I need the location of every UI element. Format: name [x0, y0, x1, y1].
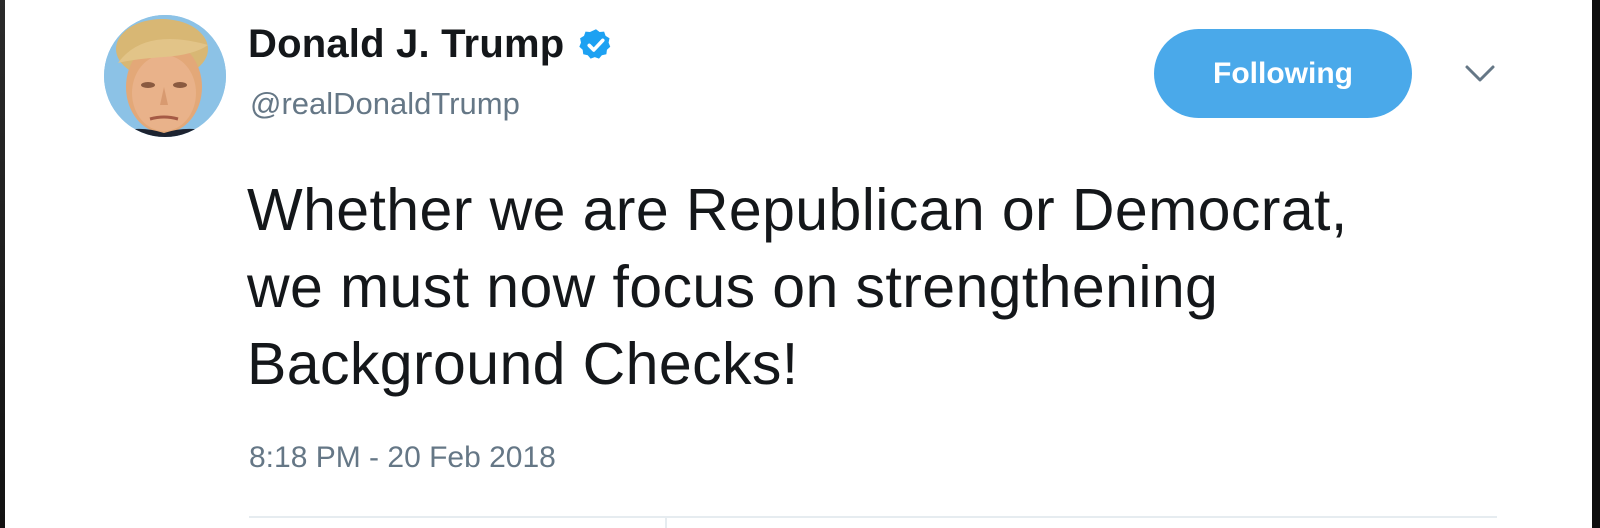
right-edge-border [1592, 0, 1600, 528]
tweet-card: Donald J. Trump @realDonaldTrump Followi… [5, 0, 1592, 528]
tweet-text: Whether we are Republican or Democrat, w… [247, 177, 1348, 397]
avatar[interactable] [104, 15, 226, 137]
author-display-name-row[interactable]: Donald J. Trump [248, 22, 614, 67]
tweet-timestamp[interactable]: 8:18 PM - 20 Feb 2018 [249, 441, 556, 475]
screenshot-frame: Donald J. Trump @realDonaldTrump Followi… [0, 0, 1600, 528]
author-handle[interactable]: @realDonaldTrump [250, 86, 520, 122]
author-display-name[interactable]: Donald J. Trump [248, 22, 564, 67]
following-button[interactable]: Following [1154, 29, 1412, 118]
actions-divider [249, 516, 1497, 518]
verified-badge-icon [579, 28, 611, 59]
chevron-down-icon[interactable] [1463, 60, 1497, 88]
avatar-image [104, 15, 226, 137]
stats-separator [665, 516, 667, 528]
